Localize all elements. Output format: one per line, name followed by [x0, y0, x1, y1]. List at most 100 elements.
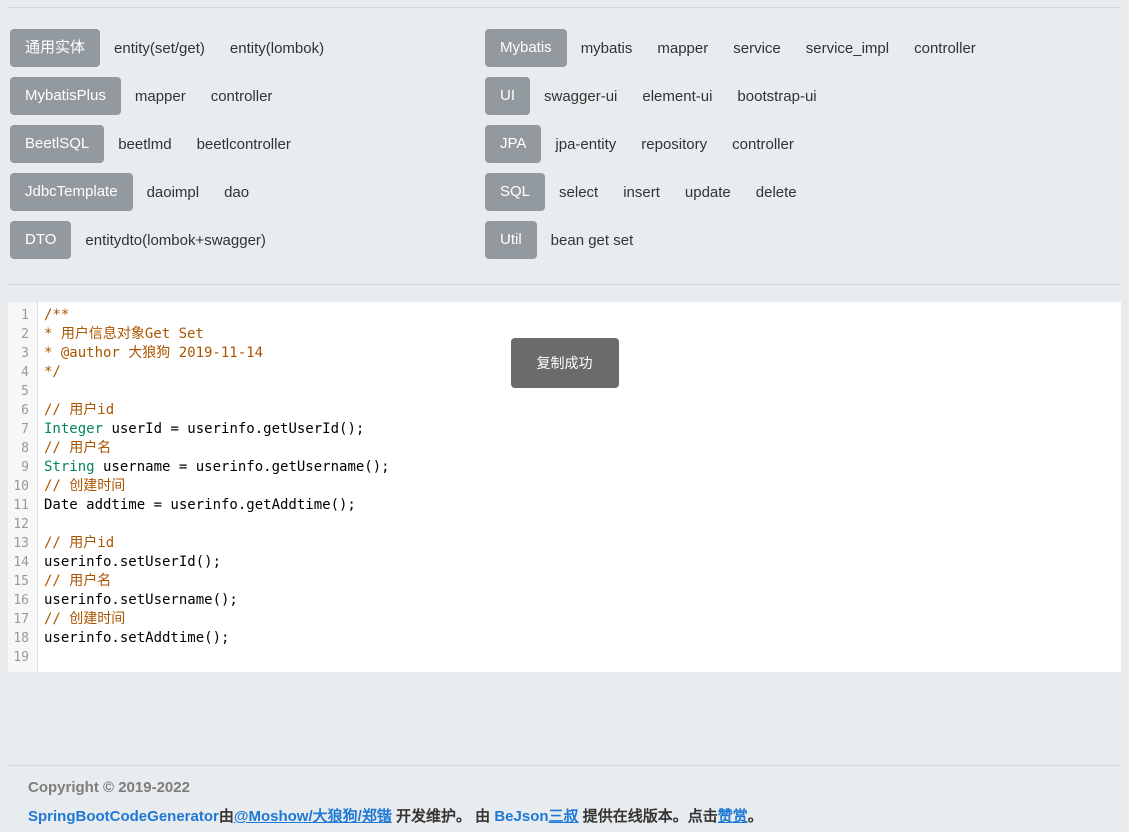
generate-option-link[interactable]: repository [641, 136, 707, 153]
code-line: Integer userId = userinfo.getUserId(); [44, 420, 1121, 439]
generate-option-link[interactable]: controller [914, 40, 976, 57]
generate-option-link[interactable]: bootstrap-ui [737, 88, 816, 105]
generator-group: JdbcTemplatedaoimpldao [10, 173, 485, 211]
footer-link[interactable]: SpringBootCodeGenerator [28, 808, 219, 825]
footer-link[interactable]: 赞赏 [718, 808, 748, 825]
code-text: userinfo.setUsername(); [44, 592, 238, 608]
footer-text: 提供在线版本。点击 [579, 808, 718, 825]
footer-link[interactable]: BeJson [494, 808, 548, 825]
code-type-keyword: String [44, 459, 95, 475]
generate-option-link[interactable]: beetlcontroller [197, 136, 291, 153]
panel-column-right: Mybatismybatismapperserviceservice_implc… [485, 29, 1121, 269]
group-items: beetlmd beetlcontroller [118, 136, 291, 153]
group-label: 通用实体 [10, 29, 100, 67]
code-text: userinfo.setAddtime(); [44, 630, 229, 646]
line-number-gutter: 12345678910111213141516171819 [8, 302, 38, 672]
generate-option-link[interactable]: element-ui [642, 88, 712, 105]
group-items: daoimpl dao [147, 184, 250, 201]
generate-option-link[interactable]: service_impl [806, 40, 889, 57]
generate-option-link[interactable]: service [733, 40, 781, 57]
group-label: JPA [485, 125, 541, 163]
line-number: 19 [8, 648, 37, 667]
code-line: // 用户名 [44, 572, 1121, 591]
generate-option-link[interactable]: beetlmd [118, 136, 171, 153]
code-comment: // 用户名 [44, 573, 111, 589]
generate-option-link[interactable]: mybatis [581, 40, 633, 57]
group-items: select insert update delete [559, 184, 797, 201]
line-number: 7 [8, 420, 37, 439]
code-comment: // 创建时间 [44, 478, 125, 494]
generate-option-link[interactable]: mapper [135, 88, 186, 105]
group-label: MybatisPlus [10, 77, 121, 115]
line-number: 3 [8, 344, 37, 363]
footer-text: 开发维护。 由 [392, 808, 495, 825]
line-number: 9 [8, 458, 37, 477]
footer: Copyright © 2019-2022 SpringBootCodeGene… [0, 766, 1129, 826]
generate-option-link[interactable]: daoimpl [147, 184, 200, 201]
generate-option-link[interactable]: controller [732, 136, 794, 153]
code-text: userinfo.setUserId(); [44, 554, 221, 570]
code-line: userinfo.setAddtime(); [44, 629, 1121, 648]
generate-option-link[interactable]: select [559, 184, 598, 201]
generate-option-link[interactable]: dao [224, 184, 249, 201]
generator-group: DTO entitydto(lombok+swagger) [10, 221, 485, 259]
line-number: 14 [8, 553, 37, 572]
generator-group: Mybatis mybatis mapper service service_impl c… [485, 29, 1121, 67]
credits-line: SpringBootCodeGenerator由@Moshow/大狼狗/郑锴 开… [28, 805, 1121, 826]
generate-option-link[interactable]: swagger-ui [544, 88, 617, 105]
generate-option-link[interactable]: insert [623, 184, 660, 201]
copyright-text: Copyright © 2019-2022 [28, 779, 1121, 796]
code-line: userinfo.setUserId(); [44, 553, 1121, 572]
generate-option-link[interactable]: entity(set/get) [114, 40, 205, 57]
group-label: Mybatis [485, 29, 567, 67]
code-comment: // 用户id [44, 535, 114, 551]
line-number: 4 [8, 363, 37, 382]
code-line: Date addtime = userinfo.getAddtime(); [44, 496, 1121, 515]
group-items: entity(set/get) entity(lombok) [114, 40, 324, 57]
code-text: username = userinfo.getUsername(); [95, 459, 390, 475]
line-number: 12 [8, 515, 37, 534]
generate-option-link[interactable]: controller [211, 88, 273, 105]
generator-group: 通用实体 entity(set/get) entity(lombok) [10, 29, 485, 67]
generator-group: Utilbean get set [485, 221, 1121, 259]
code-comment: /** [44, 307, 69, 323]
generate-option-link[interactable]: entitydto(lombok+swagger) [85, 232, 266, 249]
generate-option-link[interactable]: update [685, 184, 731, 201]
generator-group: MybatisPlus mapper controller [10, 77, 485, 115]
line-number: 2 [8, 325, 37, 344]
group-label: UI [485, 77, 530, 115]
line-number: 5 [8, 382, 37, 401]
line-number: 15 [8, 572, 37, 591]
line-number: 1 [8, 306, 37, 325]
group-label: DTO [10, 221, 71, 259]
code-comment: // 创建时间 [44, 611, 125, 627]
panel-column-left: 通用实体 entity(set/get) entity(lombok) Mybatis… [10, 29, 485, 269]
generate-option-link[interactable]: bean get set [551, 232, 634, 249]
group-items: jpa-entity repository controller [555, 136, 793, 153]
group-items: swagger-ui element-ui bootstrap-ui [544, 88, 817, 105]
code-line: userinfo.setUsername(); [44, 591, 1121, 610]
group-label: SQL [485, 173, 545, 211]
generate-option-link[interactable]: mapper [657, 40, 708, 57]
code-type-keyword: Integer [44, 421, 103, 437]
line-number: 11 [8, 496, 37, 515]
code-comment: // 用户名 [44, 440, 111, 456]
generate-option-link[interactable]: entity(lombok) [230, 40, 324, 57]
generate-option-link[interactable]: jpa-entity [555, 136, 616, 153]
code-line: // 用户名 [44, 439, 1121, 458]
panel-code-divider [8, 284, 1121, 285]
line-number: 17 [8, 610, 37, 629]
line-number: 16 [8, 591, 37, 610]
group-items: bean get set [551, 232, 634, 249]
line-number: 18 [8, 629, 37, 648]
code-line: String username = userinfo.getUsername()… [44, 458, 1121, 477]
code-comment: */ [44, 364, 61, 380]
code-line [44, 648, 1121, 667]
generator-group: BeetlSQLbeetlmdbeetlcontroller [10, 125, 485, 163]
footer-link[interactable]: @Moshow/大狼狗/郑锴 [234, 808, 392, 825]
footer-text: 。 [748, 808, 763, 825]
code-line: // 用户id [44, 534, 1121, 553]
code-line: /** [44, 306, 1121, 325]
generate-option-link[interactable]: delete [756, 184, 797, 201]
footer-link[interactable]: 三叔 [549, 808, 579, 825]
